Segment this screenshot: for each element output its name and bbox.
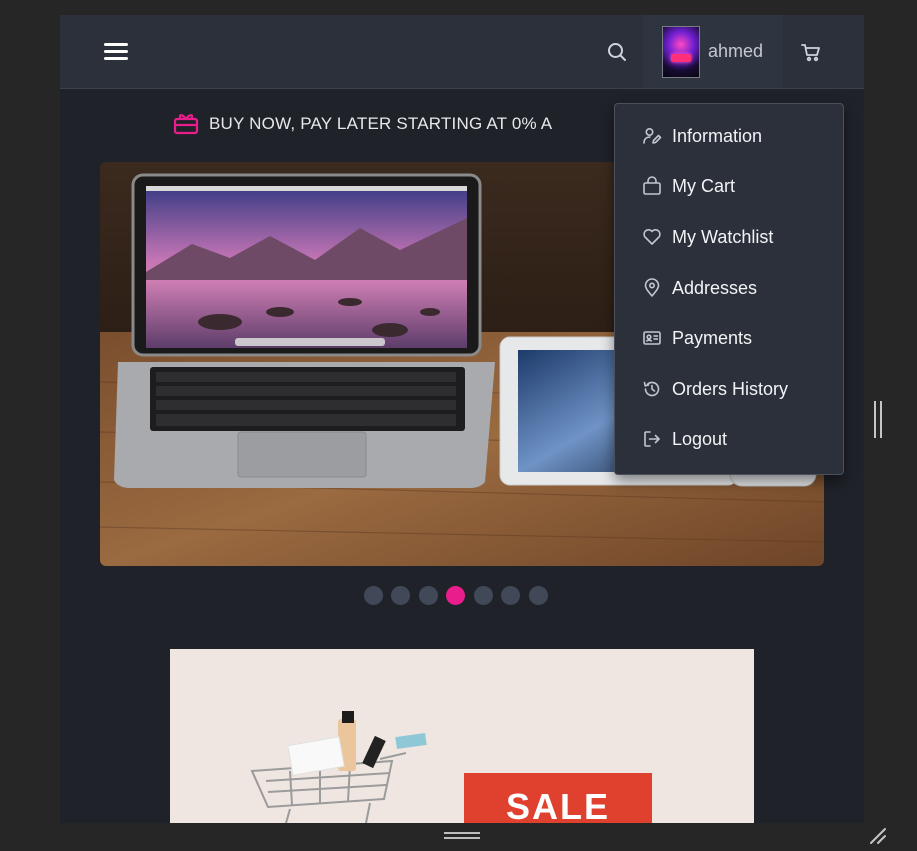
carousel-dot-1[interactable] [364, 586, 383, 605]
menu-item-addresses[interactable]: Addresses [615, 268, 843, 308]
app-viewport: ahmed BUY NOW, PAY LATER STARTING AT 0% … [60, 15, 864, 823]
carousel-dot-7[interactable] [529, 586, 548, 605]
cart-button[interactable] [799, 40, 823, 64]
corner-resize-grip-icon[interactable] [868, 826, 888, 846]
id-card-icon [643, 331, 661, 345]
user-edit-icon [643, 127, 662, 144]
search-icon [608, 43, 626, 61]
carousel-dot-6[interactable] [501, 586, 520, 605]
search-button[interactable] [605, 40, 629, 64]
top-navbar: ahmed [60, 15, 864, 89]
sale-sign-text: SALE [506, 786, 610, 823]
user-dropdown-menu: Information My Cart My Watchlist Address… [614, 103, 844, 475]
menu-item-logout[interactable]: Logout [615, 419, 843, 459]
menu-item-label: Logout [672, 429, 728, 449]
menu-item-label: My Watchlist [672, 227, 774, 247]
user-menu-toggle[interactable]: ahmed [643, 15, 783, 88]
horizontal-resize-handle[interactable] [444, 832, 480, 840]
history-icon [643, 381, 660, 397]
menu-item-label: My Cart [672, 176, 735, 196]
logout-icon [644, 431, 660, 447]
menu-item-orders-history[interactable]: Orders History [615, 369, 843, 409]
heart-icon [643, 229, 661, 245]
menu-item-payments[interactable]: Payments [615, 318, 843, 358]
menu-item-information[interactable]: Information [615, 116, 843, 156]
menu-item-label: Information [672, 126, 763, 146]
menu-item-label: Addresses [672, 278, 758, 298]
username-label: ahmed [708, 41, 764, 61]
gift-icon [173, 114, 199, 135]
carousel-dot-4[interactable] [446, 586, 465, 605]
menu-item-label: Orders History [672, 379, 789, 399]
cart-icon [801, 44, 820, 62]
hamburger-icon[interactable] [104, 43, 128, 63]
carousel-dot-2[interactable] [391, 586, 410, 605]
menu-item-label: Payments [672, 328, 753, 348]
menu-item-my-cart[interactable]: My Cart [615, 166, 843, 206]
avatar [662, 26, 700, 78]
menu-item-my-watchlist[interactable]: My Watchlist [615, 217, 843, 257]
carousel-dot-5[interactable] [474, 586, 493, 605]
sale-banner-image[interactable]: SALE [170, 649, 754, 823]
map-pin-icon [644, 278, 660, 297]
shopping-bag-icon [643, 176, 661, 195]
carousel-dot-3[interactable] [419, 586, 438, 605]
vertical-resize-handle[interactable] [874, 401, 884, 438]
bottom-resize-bar [60, 823, 864, 849]
promo-text: BUY NOW, PAY LATER STARTING AT 0% A [209, 114, 553, 133]
